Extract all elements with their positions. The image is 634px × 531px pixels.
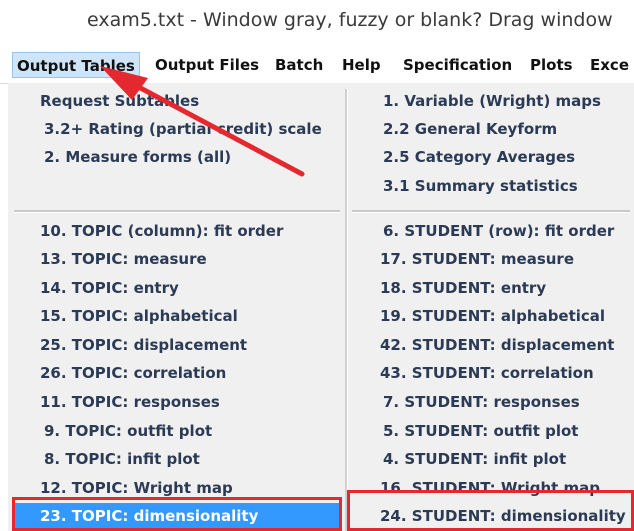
column-divider: [345, 89, 348, 531]
menu-excel[interactable]: Exce: [586, 52, 633, 78]
annotation-box-student-dimensionality: [347, 490, 634, 531]
menu-item-student-responses[interactable]: 7. STUDENT: responses: [383, 389, 580, 415]
menu-item-topic-entry[interactable]: 14. TOPIC: entry: [40, 275, 179, 301]
menu-output-files[interactable]: Output Files: [151, 52, 263, 78]
menu-plots[interactable]: Plots: [526, 52, 577, 78]
menu-help[interactable]: Help: [338, 52, 385, 78]
menu-item-summary-statistics[interactable]: 3.1 Summary statistics: [383, 173, 578, 199]
menu-item-general-keyform[interactable]: 2.2 General Keyform: [383, 116, 557, 142]
menu-item-variable-maps[interactable]: 1. Variable (Wright) maps: [383, 88, 601, 114]
menu-item-student-outfit-plot[interactable]: 5. STUDENT: outfit plot: [383, 418, 578, 444]
menu-item-student-displacement[interactable]: 42. STUDENT: displacement: [380, 332, 614, 358]
menu-item-topic-alphabetical[interactable]: 15. TOPIC: alphabetical: [40, 303, 238, 329]
menu-item-student-infit-plot[interactable]: 4. STUDENT: infit plot: [383, 446, 566, 472]
menu-item-topic-correlation[interactable]: 26. TOPIC: correlation: [40, 360, 226, 386]
menu-item-student-correlation[interactable]: 43. STUDENT: correlation: [380, 360, 594, 386]
section-separator-right: [352, 210, 630, 213]
section-separator-left: [14, 210, 340, 213]
menu-item-category-averages[interactable]: 2.5 Category Averages: [383, 144, 575, 170]
menu-output-tables[interactable]: Output Tables: [12, 52, 140, 78]
menu-item-topic-outfit-plot[interactable]: 9. TOPIC: outfit plot: [44, 418, 212, 444]
menu-item-rating-scale[interactable]: 3.2+ Rating (partial credit) scale: [44, 116, 322, 142]
menu-item-topic-fit-order[interactable]: 10. TOPIC (column): fit order: [40, 218, 283, 244]
menu-item-measure-forms[interactable]: 2. Measure forms (all): [44, 144, 231, 170]
menu-item-topic-displacement[interactable]: 25. TOPIC: displacement: [40, 332, 247, 358]
menu-item-student-measure[interactable]: 17. STUDENT: measure: [380, 246, 574, 272]
menu-item-student-alphabetical[interactable]: 19. STUDENT: alphabetical: [380, 303, 605, 329]
title-bar: exam5.txt - Window gray, fuzzy or blank?…: [0, 0, 634, 46]
menu-item-topic-responses[interactable]: 11. TOPIC: responses: [40, 389, 220, 415]
menu-bar: Output Tables Output Files Batch Help Sp…: [0, 46, 634, 84]
menu-item-student-entry[interactable]: 18. STUDENT: entry: [380, 275, 546, 301]
annotation-box-topic-dimensionality: [12, 497, 342, 531]
window-title: exam5.txt - Window gray, fuzzy or blank?…: [87, 9, 613, 31]
menu-item-topic-infit-plot[interactable]: 8. TOPIC: infit plot: [44, 446, 200, 472]
menu-specification[interactable]: Specification: [399, 52, 516, 78]
menu-batch[interactable]: Batch: [271, 52, 327, 78]
menu-item-student-fit-order[interactable]: 6. STUDENT (row): fit order: [383, 218, 614, 244]
menu-item-topic-measure[interactable]: 13. TOPIC: measure: [40, 246, 207, 272]
menu-item-request-subtables[interactable]: Request Subtables: [40, 88, 199, 114]
